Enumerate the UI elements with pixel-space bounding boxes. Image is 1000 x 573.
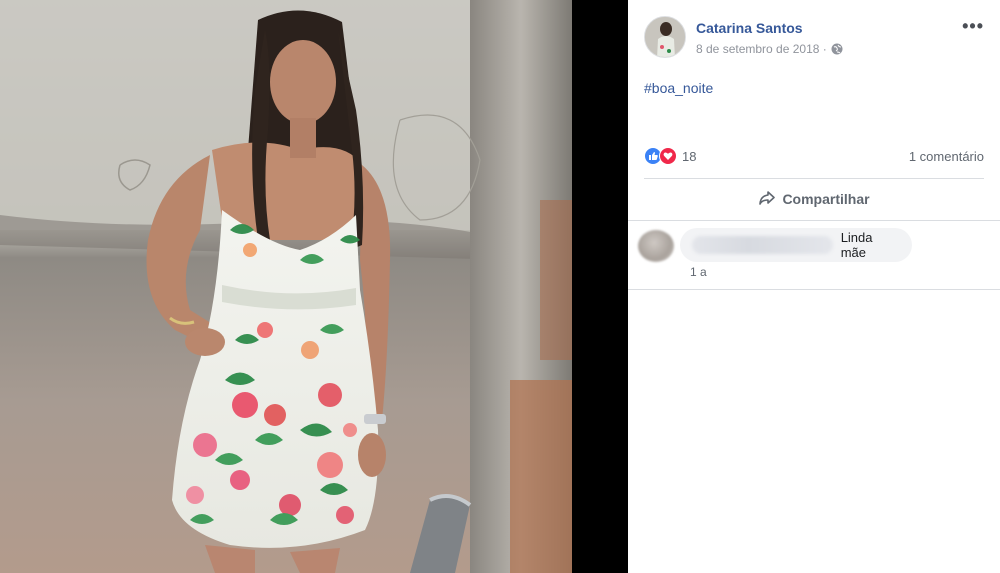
more-options-icon[interactable]: ••• <box>962 17 984 35</box>
commenter-name-blurred[interactable] <box>692 236 833 254</box>
divider <box>644 178 984 179</box>
post-header: Catarina Santos 8 de setembro de 2018 · … <box>644 16 988 64</box>
comments-count[interactable]: 1 comentário <box>909 149 984 164</box>
comment-bubble: Linda mãe <box>680 228 912 262</box>
divider <box>628 289 1000 290</box>
reaction-count[interactable]: 18 <box>682 149 696 164</box>
photo-viewer: Catarina Santos 8 de setembro de 2018 · … <box>0 0 1000 573</box>
love-icon[interactable] <box>659 147 677 165</box>
reactions-bar: 18 1 comentário <box>644 145 984 167</box>
commenter-avatar[interactable] <box>638 230 674 262</box>
divider <box>628 220 1000 221</box>
avatar-image <box>645 17 685 57</box>
share-button[interactable]: Compartilhar <box>628 186 1000 212</box>
post-meta: 8 de setembro de 2018 · <box>696 42 843 56</box>
comment-item: Linda mãe 1 a <box>638 228 988 284</box>
comment-time[interactable]: 1 a <box>690 265 707 279</box>
photo-image <box>0 0 572 573</box>
post-date[interactable]: 8 de setembro de 2018 · <box>696 42 827 56</box>
post-text[interactable]: #boa_noite <box>644 80 713 96</box>
comment-text: Linda mãe <box>840 230 873 260</box>
post-sidebar: Catarina Santos 8 de setembro de 2018 · … <box>628 0 1000 573</box>
globe-icon <box>831 43 843 55</box>
share-arrow-icon <box>758 190 776 209</box>
share-label: Compartilhar <box>782 191 870 207</box>
author-name[interactable]: Catarina Santos <box>696 20 803 36</box>
photo-pane <box>0 0 628 573</box>
author-avatar[interactable] <box>644 16 686 58</box>
post-photo[interactable] <box>0 0 572 573</box>
